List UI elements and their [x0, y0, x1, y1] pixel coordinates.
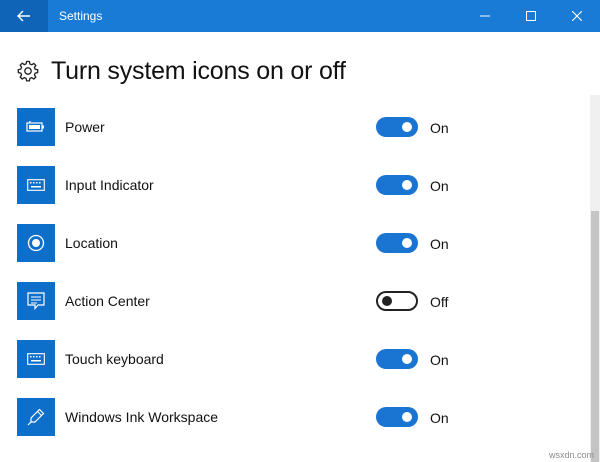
list-item-action-center: Action Center Off: [0, 282, 590, 340]
toggle-knob: [402, 412, 412, 422]
list-item-input-indicator: Input Indicator On: [0, 166, 590, 224]
item-label: Location: [65, 235, 118, 251]
page-header: Turn system icons on or off: [17, 56, 346, 86]
toggle-state: On: [430, 120, 449, 136]
toggle-state: On: [430, 178, 449, 194]
watermark: wsxdn.com: [548, 450, 594, 460]
item-label: Touch keyboard: [65, 351, 164, 367]
keyboard-icon: [27, 179, 45, 191]
item-label: Windows Ink Workspace: [65, 409, 219, 425]
toggle-knob: [402, 354, 412, 364]
item-label: Action Center: [65, 293, 150, 309]
minimize-icon: [480, 15, 490, 17]
list-item-location: Location On: [0, 224, 590, 282]
input-indicator-toggle[interactable]: [376, 175, 418, 195]
tile: [17, 108, 55, 146]
close-icon: [572, 11, 582, 21]
toggle-state: Off: [430, 294, 449, 310]
action-center-icon: [27, 292, 45, 310]
window-controls: [462, 0, 600, 32]
action-center-toggle[interactable]: [376, 291, 418, 311]
toggle-state: On: [430, 352, 449, 368]
list-item-windows-ink-workspace: Windows Ink Workspace On: [0, 398, 590, 456]
location-icon: [27, 234, 45, 252]
location-toggle[interactable]: [376, 233, 418, 253]
list-item-touch-keyboard: Touch keyboard On: [0, 340, 590, 398]
back-button[interactable]: [0, 0, 48, 32]
tile: [17, 398, 55, 436]
item-label: Power: [65, 119, 105, 135]
tile: [17, 282, 55, 320]
pen-icon: [27, 408, 45, 426]
toggle-knob: [402, 122, 412, 132]
windows-ink-workspace-toggle[interactable]: [376, 407, 418, 427]
back-arrow-icon: [17, 10, 30, 22]
toggle-knob: [402, 180, 412, 190]
tile: [17, 224, 55, 262]
power-toggle[interactable]: [376, 117, 418, 137]
maximize-icon: [526, 11, 536, 21]
scrollbar[interactable]: [590, 95, 600, 462]
keyboard-icon: [27, 353, 45, 365]
item-label: Input Indicator: [65, 177, 154, 193]
toggle-knob: [382, 296, 392, 306]
toggle-state: On: [430, 410, 449, 426]
window-title: Settings: [59, 9, 103, 23]
scrollbar-thumb[interactable]: [591, 211, 599, 462]
gear-icon: [17, 60, 39, 82]
tile: [17, 340, 55, 378]
battery-icon: [26, 121, 44, 132]
toggle-knob: [402, 238, 412, 248]
minimize-button[interactable]: [462, 0, 508, 32]
system-icons-list: Power On Input Indicator On Location On …: [0, 98, 590, 462]
toggle-state: On: [430, 236, 449, 252]
title-bar: Settings: [0, 0, 600, 32]
touch-keyboard-toggle[interactable]: [376, 349, 418, 369]
list-item-power: Power On: [0, 108, 590, 166]
page-title: Turn system icons on or off: [51, 56, 346, 85]
close-button[interactable]: [554, 0, 600, 32]
maximize-button[interactable]: [508, 0, 554, 32]
tile: [17, 166, 55, 204]
